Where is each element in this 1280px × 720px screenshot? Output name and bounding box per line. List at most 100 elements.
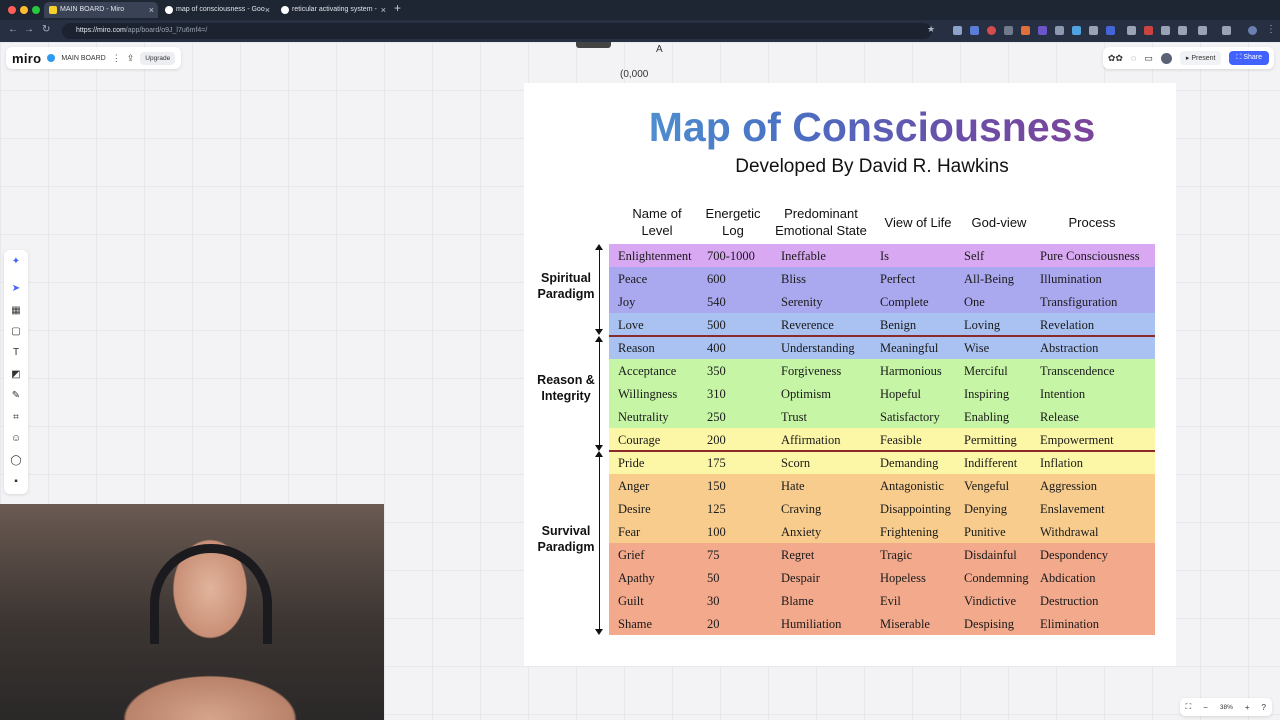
zoom-in-button[interactable]: + (1245, 703, 1250, 712)
cell-view: Tragic (880, 548, 913, 562)
cell-level: Willingness (618, 387, 678, 401)
cell-level: Anger (618, 479, 650, 493)
table-row: Grief 75 Regret Tragic Disdainful Despondency (609, 543, 1155, 566)
reactions-icon[interactable]: ✿✿ (1108, 53, 1123, 64)
extension-icon[interactable] (1127, 26, 1136, 35)
sticky-note-icon[interactable]: ▢ (10, 326, 22, 338)
miro-logo[interactable]: miro (12, 51, 41, 66)
extension-icon[interactable] (1038, 26, 1047, 35)
extension-icon[interactable] (953, 26, 962, 35)
close-tab-icon[interactable]: × (265, 2, 270, 18)
extension-icon[interactable] (970, 26, 979, 35)
upgrade-button[interactable]: Upgrade (140, 51, 176, 65)
browser-tab-miro[interactable]: MAIN BOARD - Miro × (44, 2, 158, 18)
new-tab-button[interactable]: + (394, 1, 401, 15)
cell-process: Abstraction (1040, 341, 1099, 355)
cell-process: Illumination (1040, 272, 1102, 286)
cell-god-view: Loving (964, 318, 1001, 332)
cell-view: Miserable (880, 617, 930, 631)
extension-icon[interactable] (987, 26, 996, 35)
present-button[interactable]: ▸ Present (1179, 51, 1222, 65)
extension-icon[interactable] (1106, 26, 1115, 35)
star-icon[interactable]: ★ (927, 24, 935, 35)
profile-avatar[interactable] (1248, 26, 1257, 35)
magic-icon[interactable]: ✦ (10, 256, 22, 268)
help-icon[interactable]: ? (1262, 703, 1266, 712)
cell-emotion: Bliss (781, 272, 807, 286)
cell-emotion: Anxiety (781, 525, 822, 539)
cell-level: Apathy (618, 571, 655, 585)
reload-icon[interactable]: ↻ (42, 24, 50, 35)
arrow-left-icon[interactable]: ← (8, 24, 18, 35)
cell-view: Benign (880, 318, 917, 332)
cell-process: Inflation (1040, 456, 1084, 470)
extension-icon[interactable] (1178, 26, 1187, 35)
close-window-button[interactable] (8, 6, 16, 14)
collaboration-toolbar: ✿✿ ◌ ▭ ▸ Present ⛶ Share (1102, 47, 1274, 69)
cell-level: Peace (618, 272, 648, 286)
extension-icon[interactable] (1055, 26, 1064, 35)
browser-tab-google-2[interactable]: reticular activating system - × (276, 2, 390, 18)
consciousness-table: Enlightenment 700-1000 Ineffable Is Self Pure… (609, 244, 1155, 635)
table-row: Acceptance 350 Forgiveness Harmonious Mercif… (609, 359, 1155, 382)
frame-icon[interactable]: ▦ (10, 305, 22, 317)
arrow-right-icon[interactable]: → (24, 24, 34, 35)
cell-emotion: Craving (781, 502, 822, 516)
comment-icon[interactable]: ◯ (10, 455, 22, 467)
maximize-window-button[interactable] (32, 6, 40, 14)
text-icon[interactable]: T (10, 347, 22, 359)
cell-emotion: Regret (781, 548, 815, 562)
cell-process: Abdication (1040, 571, 1096, 585)
board-name[interactable]: MAIN BOARD (61, 55, 105, 62)
table-row: Joy 540 Serenity Complete One Transfiguration (609, 290, 1155, 313)
fit-to-screen-icon[interactable]: ⛶ (1186, 702, 1192, 712)
cell-emotion: Ineffable (781, 249, 826, 263)
zoom-out-button[interactable]: − (1203, 703, 1208, 712)
minimize-window-button[interactable] (20, 6, 28, 14)
extension-icon[interactable] (1198, 26, 1207, 35)
user-avatar[interactable] (1160, 52, 1172, 64)
more-vertical-icon[interactable]: ⋮ (1266, 24, 1276, 35)
share-button[interactable]: ⛶ Share (1229, 51, 1269, 65)
pen-icon[interactable]: ✎ (10, 390, 22, 402)
table-row: Willingness 310 Optimism Hopeful Inspiring In… (609, 382, 1155, 405)
extension-icon[interactable] (1004, 26, 1013, 35)
cell-log: 600 (707, 272, 726, 286)
extension-icon[interactable] (1161, 26, 1170, 35)
upload-icon[interactable]: ⇪ (127, 53, 135, 64)
add-app-icon[interactable]: ▪ (10, 476, 22, 488)
frame-tool-icon[interactable]: ⌗ (10, 412, 22, 424)
close-tab-icon[interactable]: × (149, 2, 154, 18)
video-icon[interactable]: ▭ (1144, 53, 1153, 64)
header-emotional-state: Predominant Emotional State (775, 206, 867, 238)
cell-level: Pride (618, 456, 645, 470)
close-tab-icon[interactable]: × (381, 2, 386, 18)
extension-icon[interactable] (1089, 26, 1098, 35)
emoji-icon[interactable]: ☺ (10, 433, 22, 445)
cell-emotion: Despair (781, 571, 820, 585)
cell-view: Complete (880, 295, 929, 309)
select-cursor-icon[interactable]: ➤ (10, 283, 22, 295)
url-field[interactable]: https://miro.com/app/board/o9J_l7u6mf4=/ (62, 23, 932, 39)
cell-level: Reason (618, 341, 655, 355)
image-fragment (576, 42, 611, 48)
chat-icon[interactable]: ◌ (1131, 53, 1136, 63)
shapes-icon[interactable]: ◩ (10, 369, 22, 381)
sidebar-toggle-icon[interactable] (1222, 26, 1231, 35)
browser-tab-google-1[interactable]: map of consciousness - Goo × (160, 2, 274, 18)
zoom-level[interactable]: 38% (1220, 704, 1233, 711)
map-of-consciousness-image[interactable]: Map of Consciousness Developed By David … (524, 83, 1176, 666)
paradigm-reason: Reason & Integrity (537, 373, 595, 403)
paradigm-divider (609, 450, 1155, 452)
google-favicon-icon (281, 6, 289, 14)
paradigm-divider (609, 335, 1155, 337)
extension-icon[interactable] (1144, 26, 1153, 35)
cell-view: Is (880, 249, 890, 263)
image-subtitle: Developed By David R. Hawkins (735, 156, 1009, 177)
cell-log: 100 (707, 525, 726, 539)
cell-log: 30 (707, 594, 720, 608)
extension-icon[interactable] (1021, 26, 1030, 35)
cell-god-view: Disdainful (964, 548, 1017, 562)
more-vertical-icon[interactable]: ⋮ (112, 53, 121, 64)
extension-icon[interactable] (1072, 26, 1081, 35)
